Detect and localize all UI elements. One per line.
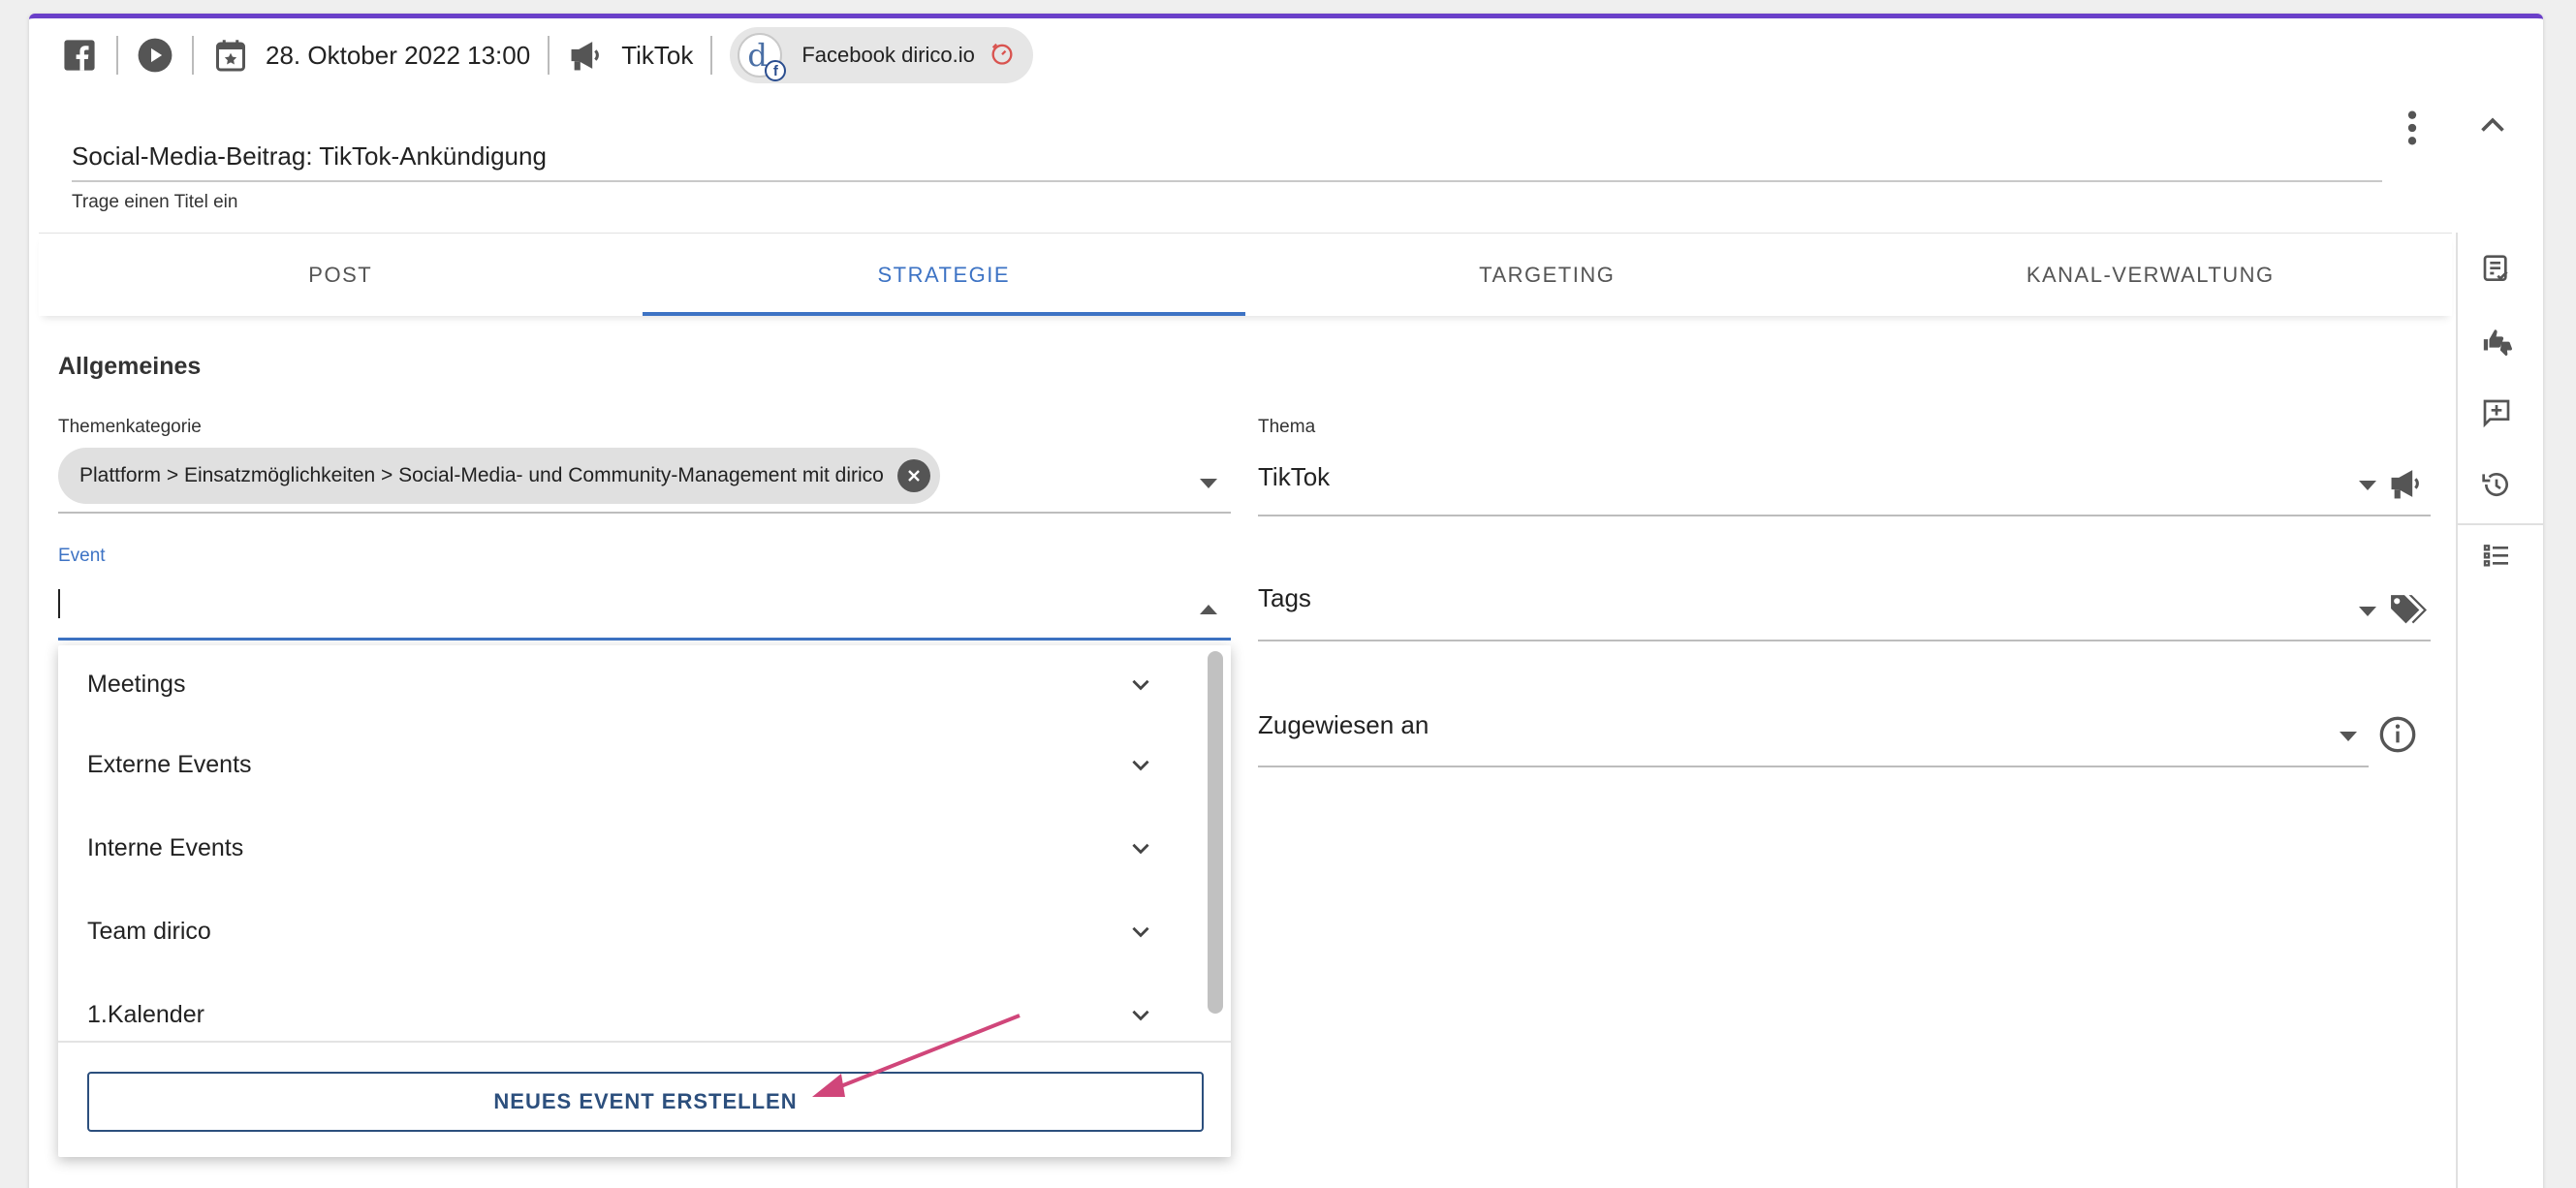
create-event-button[interactable]: NEUES EVENT ERSTELLEN: [87, 1072, 1204, 1132]
dropdown-footer: NEUES EVENT ERSTELLEN: [58, 1041, 1231, 1157]
event-dropdown: Meetings Externe Events Interne Events T…: [58, 645, 1231, 1157]
category-label: Themenkategorie: [58, 417, 202, 437]
close-icon[interactable]: [896, 459, 930, 492]
post-meta-bar: 28. Oktober 2022 13:00 TikTok d f Facebo…: [29, 21, 1033, 89]
event-input-cursor: [58, 589, 60, 618]
event-group-label: 1.Kalender: [87, 1000, 204, 1028]
tab-strategie[interactable]: STRATEGIE: [642, 234, 1246, 316]
tab-kanal-verwaltung[interactable]: KANAL-VERWALTUNG: [1849, 234, 2453, 316]
facebook-badge-icon: f: [765, 60, 787, 81]
list-item[interactable]: Meetings: [58, 645, 1202, 723]
meta-separator: [192, 36, 194, 75]
chevron-down-icon[interactable]: [1128, 1002, 1153, 1027]
list-item[interactable]: Team dirico: [58, 890, 1202, 973]
caret-down-icon[interactable]: [2359, 481, 2376, 490]
topic-label: Thema: [1258, 417, 1316, 437]
tags-label: Tags: [1258, 583, 1311, 612]
history-icon[interactable]: [2481, 469, 2516, 504]
topic-underline: [1258, 515, 2431, 516]
tab-post[interactable]: POST: [39, 234, 643, 316]
category-chip-label: Plattform > Einsatzmöglichkeiten > Socia…: [79, 464, 884, 486]
chevron-down-icon[interactable]: [1128, 752, 1153, 777]
thumbs-up-down-icon[interactable]: [2481, 326, 2516, 360]
more-options-icon[interactable]: [2398, 109, 2427, 147]
assigned-underline: [1258, 766, 2369, 767]
checklist-note-icon[interactable]: [2481, 254, 2516, 289]
timer-icon: [989, 40, 1016, 72]
title-input[interactable]: Social-Media-Beitrag: TikTok-Ankündigung: [72, 136, 2382, 182]
event-group-label: Meetings: [87, 670, 186, 698]
event-label: Event: [58, 546, 106, 566]
tab-targeting[interactable]: TARGETING: [1245, 234, 1849, 316]
list-item[interactable]: 1.Kalender: [58, 973, 1202, 1041]
section-title-allgemeines: Allgemeines: [58, 353, 202, 380]
checklist-icon[interactable]: [2481, 541, 2516, 576]
account-name: Facebook dirico.io: [801, 43, 975, 67]
play-icon: [136, 36, 174, 75]
right-rail-divider: [2456, 233, 2458, 1188]
caret-down-icon[interactable]: [2359, 607, 2376, 616]
caret-down-icon[interactable]: [2340, 732, 2357, 741]
chevron-down-icon[interactable]: [1128, 835, 1153, 860]
right-rail: [2481, 254, 2524, 612]
chevron-down-icon[interactable]: [1128, 672, 1153, 697]
facebook-icon: [60, 36, 99, 75]
tab-bar: POST STRATEGIE TARGETING KANAL-VERWALTUN…: [39, 233, 2452, 316]
topic-value[interactable]: TikTok: [1258, 462, 1330, 492]
megaphone-icon: [2388, 467, 2429, 508]
category-chip[interactable]: Plattform > Einsatzmöglichkeiten > Socia…: [58, 448, 940, 504]
channel-name: TikTok: [621, 40, 694, 70]
tags-underline: [1258, 640, 2431, 641]
event-input-underline[interactable]: [58, 638, 1231, 641]
publish-date: 28. Oktober 2022 13:00: [266, 40, 531, 70]
meta-separator: [116, 36, 118, 75]
assigned-label: Zugewiesen an: [1258, 710, 1429, 739]
megaphone-icon: [567, 36, 606, 75]
dropdown-scrollbar[interactable]: [1208, 651, 1223, 1014]
title-hint: Trage einen Titel ein: [72, 192, 238, 212]
add-comment-icon[interactable]: [2481, 397, 2516, 432]
event-group-label: Externe Events: [87, 750, 252, 778]
tags-icon: [2388, 591, 2429, 632]
meta-separator: [548, 36, 550, 75]
list-item[interactable]: Externe Events: [58, 723, 1202, 806]
event-options-list: Meetings Externe Events Interne Events T…: [58, 645, 1202, 1041]
account-avatar: d f: [738, 33, 787, 81]
calendar-star-icon: [211, 36, 250, 75]
event-group-label: Interne Events: [87, 833, 244, 861]
category-underline: [58, 512, 1231, 514]
account-chip[interactable]: d f Facebook dirico.io: [730, 27, 1033, 83]
meta-separator: [710, 36, 713, 75]
event-group-label: Team dirico: [87, 917, 211, 945]
list-item[interactable]: Interne Events: [58, 806, 1202, 890]
caret-up-icon[interactable]: [1200, 605, 1217, 614]
chevron-down-icon[interactable]: [1128, 919, 1153, 944]
caret-down-icon[interactable]: [1200, 479, 1217, 488]
chevron-up-icon[interactable]: [2475, 109, 2510, 143]
info-icon[interactable]: [2378, 715, 2419, 756]
